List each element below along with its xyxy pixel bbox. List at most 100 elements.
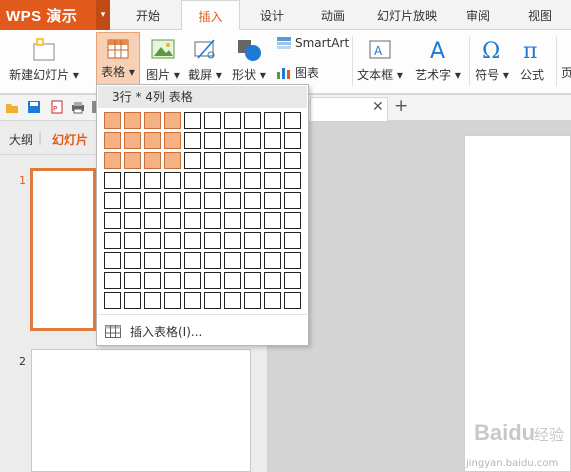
table-grid-cell[interactable] (144, 232, 161, 249)
table-grid-cell-selected[interactable] (144, 112, 161, 129)
table-grid-cell[interactable] (284, 292, 301, 309)
table-grid-cell[interactable] (104, 232, 121, 249)
chart-button[interactable]: 图表 (276, 64, 319, 81)
smartart-button[interactable]: SmartArt (276, 36, 349, 50)
new-tab-plus-icon[interactable]: + (394, 96, 408, 116)
table-grid-cell[interactable] (224, 292, 241, 309)
tab-design[interactable]: 设计 (244, 0, 300, 30)
table-grid-cell[interactable] (244, 232, 261, 249)
table-grid-cell[interactable] (164, 252, 181, 269)
table-grid-cell[interactable] (244, 192, 261, 209)
tab-animation[interactable]: 动画 (305, 0, 361, 30)
table-grid-cell-selected[interactable] (144, 132, 161, 149)
table-grid-cell-selected[interactable] (164, 132, 181, 149)
table-grid-cell[interactable] (184, 152, 201, 169)
app-menu-button[interactable]: WPS 演示 ▾ (0, 0, 110, 30)
table-grid-cell[interactable] (104, 252, 121, 269)
table-grid-cell[interactable] (184, 192, 201, 209)
slide-thumbnail-selected[interactable] (30, 168, 96, 331)
table-grid-cell[interactable] (264, 212, 281, 229)
table-grid-cell[interactable] (264, 252, 281, 269)
table-grid-cell[interactable] (284, 232, 301, 249)
save-icon[interactable] (27, 100, 41, 114)
table-grid-cell[interactable] (244, 272, 261, 289)
table-grid-cell[interactable] (124, 272, 141, 289)
table-grid-cell[interactable] (264, 132, 281, 149)
table-grid-cell[interactable] (144, 212, 161, 229)
wordart-button[interactable]: A 艺术字 ▾ (410, 36, 466, 83)
table-grid-cell[interactable] (284, 172, 301, 189)
table-grid-cell[interactable] (284, 192, 301, 209)
table-grid-cell[interactable] (184, 172, 201, 189)
table-grid-cell[interactable] (164, 212, 181, 229)
table-grid-cell[interactable] (184, 252, 201, 269)
table-grid-cell[interactable] (124, 212, 141, 229)
table-grid-cell[interactable] (224, 192, 241, 209)
table-grid-cell[interactable] (284, 252, 301, 269)
table-grid-cell[interactable] (144, 172, 161, 189)
table-grid-cell[interactable] (264, 152, 281, 169)
table-grid-cell[interactable] (164, 272, 181, 289)
table-grid-cell[interactable] (104, 272, 121, 289)
table-grid-cell[interactable] (144, 292, 161, 309)
table-grid-cell-selected[interactable] (104, 132, 121, 149)
tab-slides[interactable]: 幻灯片 (52, 131, 88, 148)
picture-button[interactable]: 图片 ▾ (144, 36, 182, 83)
tab-home[interactable]: 开始 (120, 0, 176, 30)
table-grid-cell[interactable] (224, 132, 241, 149)
table-grid-cell[interactable] (204, 292, 221, 309)
tab-insert[interactable]: 插入 (181, 0, 240, 30)
print-icon[interactable] (71, 100, 85, 114)
table-grid-cell[interactable] (204, 232, 221, 249)
table-button[interactable]: 表格 ▾ (96, 32, 140, 86)
formula-button[interactable]: π 公式 (516, 36, 548, 83)
page-button-partial[interactable]: 页 (561, 64, 571, 81)
table-grid-cell[interactable] (204, 172, 221, 189)
table-grid-cell[interactable] (224, 212, 241, 229)
table-grid-cell[interactable] (244, 212, 261, 229)
table-grid-cell[interactable] (264, 172, 281, 189)
table-grid-cell[interactable] (264, 112, 281, 129)
table-grid-cell[interactable] (104, 192, 121, 209)
tab-slideshow[interactable]: 幻灯片放映 (367, 0, 447, 30)
table-grid-cell-selected[interactable] (164, 152, 181, 169)
table-grid-cell[interactable] (224, 252, 241, 269)
new-slide-button[interactable]: 新建幻灯片 ▾ (6, 36, 82, 83)
table-grid-cell[interactable] (184, 132, 201, 149)
table-grid-cell[interactable] (204, 132, 221, 149)
table-grid-cell[interactable] (204, 112, 221, 129)
table-grid-cell[interactable] (224, 112, 241, 129)
table-grid-cell[interactable] (224, 172, 241, 189)
table-grid-cell[interactable] (264, 192, 281, 209)
table-grid-cell[interactable] (284, 212, 301, 229)
app-menu-chevron-icon[interactable]: ▾ (96, 0, 110, 30)
table-grid-cell[interactable] (264, 232, 281, 249)
table-grid-cell[interactable] (224, 272, 241, 289)
table-grid-cell[interactable] (284, 132, 301, 149)
table-grid-cell[interactable] (164, 172, 181, 189)
table-grid-cell[interactable] (244, 172, 261, 189)
table-grid-cell[interactable] (284, 112, 301, 129)
table-grid-cell[interactable] (164, 232, 181, 249)
tab-review[interactable]: 审阅 (453, 0, 503, 30)
slide-thumbnail[interactable] (31, 349, 251, 472)
tab-view[interactable]: 视图 (514, 0, 566, 30)
table-grid-cell[interactable] (204, 272, 221, 289)
table-grid-cell[interactable] (284, 272, 301, 289)
table-grid-cell-selected[interactable] (104, 112, 121, 129)
table-grid-cell[interactable] (144, 252, 161, 269)
table-grid-cell[interactable] (264, 292, 281, 309)
table-grid-cell[interactable] (244, 112, 261, 129)
table-grid-cell[interactable] (124, 252, 141, 269)
table-grid-cell[interactable] (244, 152, 261, 169)
table-grid-cell[interactable] (244, 252, 261, 269)
table-grid-cell[interactable] (244, 292, 261, 309)
table-grid-cell[interactable] (124, 292, 141, 309)
export-pdf-icon[interactable]: P (50, 100, 64, 114)
table-grid-cell[interactable] (264, 272, 281, 289)
table-grid-cell[interactable] (284, 152, 301, 169)
table-grid-cell[interactable] (244, 132, 261, 149)
textbox-button[interactable]: A 文本框 ▾ (356, 36, 404, 83)
table-grid-cell[interactable] (124, 172, 141, 189)
table-grid-cell[interactable] (184, 212, 201, 229)
